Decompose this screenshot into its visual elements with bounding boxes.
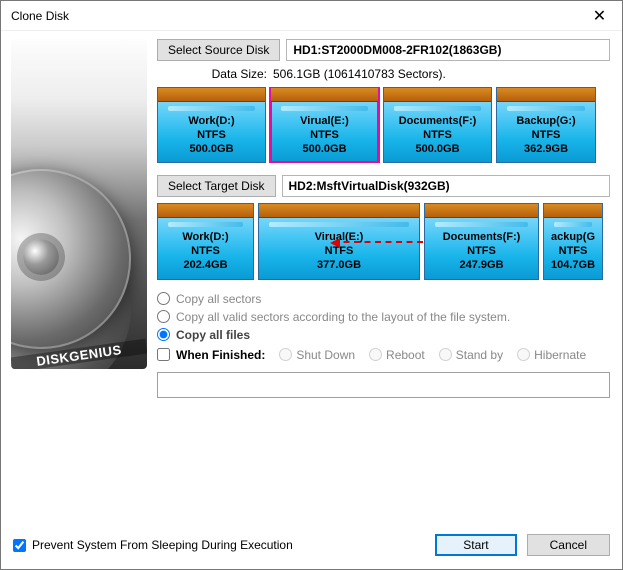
copy-all-files-radio[interactable] xyxy=(157,328,170,341)
window-title: Clone Disk xyxy=(11,9,69,23)
partition-label: Documents(F:) xyxy=(425,231,538,245)
close-button[interactable]: ✕ xyxy=(577,1,622,31)
partition-fs: NTFS xyxy=(197,129,226,141)
partition[interactable]: Work(D:)NTFS 500.0GB xyxy=(157,87,266,163)
partition[interactable]: ackup(GNTFS 104.7GB xyxy=(543,203,603,279)
prevent-sleep-checkbox[interactable] xyxy=(13,539,26,552)
side-hdd-image: DISKGENIUS xyxy=(11,39,147,369)
partition-fs: NTFS xyxy=(191,245,220,257)
prevent-sleep-option[interactable]: Prevent System From Sleeping During Exec… xyxy=(13,538,293,552)
copy-all-sectors-option[interactable]: Copy all sectors xyxy=(157,292,610,306)
partition-size: 500.0GB xyxy=(189,143,233,155)
status-text-field xyxy=(157,372,610,398)
partition-label: Work(D:) xyxy=(158,231,253,245)
copy-all-files-option[interactable]: Copy all files xyxy=(157,328,610,342)
copy-all-sectors-radio[interactable] xyxy=(157,292,170,305)
partition-label: Backup(G:) xyxy=(497,115,595,129)
partition-size: 247.9GB xyxy=(459,259,503,271)
partition-size: 377.0GB xyxy=(317,259,361,271)
source-disk-field: HD1:ST2000DM008-2FR102(1863GB) xyxy=(286,39,610,61)
when-finished-check[interactable]: When Finished: xyxy=(157,348,265,362)
footer: Prevent System From Sleeping During Exec… xyxy=(1,521,622,569)
content: DISKGENIUS Select Source Disk HD1:ST2000… xyxy=(1,31,622,521)
select-source-disk-button[interactable]: Select Source Disk xyxy=(157,39,280,61)
partition-size: 500.0GB xyxy=(415,143,459,155)
partition[interactable]: Backup(G:)NTFS 362.9GB xyxy=(496,87,596,163)
data-size-label: Data Size: xyxy=(157,67,267,81)
when-shutdown-option[interactable]: Shut Down xyxy=(279,348,355,362)
partition[interactable]: Virual(E:)NTFS 500.0GB xyxy=(270,87,379,163)
when-finished-row: When Finished: Shut Down Reboot Stand by… xyxy=(157,348,610,362)
target-disk-field: HD2:MsftVirtualDisk(932GB) xyxy=(282,175,611,197)
partition-label: Virual(E:) xyxy=(271,115,378,129)
partition-size: 500.0GB xyxy=(302,143,346,155)
when-finished-checkbox[interactable] xyxy=(157,348,170,361)
partition-size: 104.7GB xyxy=(551,259,595,271)
partition-label: ackup(G xyxy=(544,231,602,245)
partition-fs: NTFS xyxy=(559,245,588,257)
partition-fs: NTFS xyxy=(532,129,561,141)
select-target-disk-button[interactable]: Select Target Disk xyxy=(157,175,276,197)
partition[interactable]: Virual(E:)NTFS377.0GB xyxy=(258,203,420,279)
partition-size: 202.4GB xyxy=(183,259,227,271)
when-reboot-option[interactable]: Reboot xyxy=(369,348,425,362)
cancel-button[interactable]: Cancel xyxy=(527,534,610,556)
copy-valid-sectors-option[interactable]: Copy all valid sectors according to the … xyxy=(157,310,610,324)
partition-fs: NTFS xyxy=(310,129,339,141)
resize-arrow-icon xyxy=(333,241,423,243)
copy-mode-options: Copy all sectors Copy all valid sectors … xyxy=(157,292,610,342)
close-icon: ✕ xyxy=(593,6,606,26)
partition[interactable]: Documents(F:)NTFS 247.9GB xyxy=(424,203,539,279)
partition-label: Documents(F:) xyxy=(384,115,491,129)
partition-label: Work(D:) xyxy=(158,115,265,129)
main-panel: Select Source Disk HD1:ST2000DM008-2FR10… xyxy=(157,31,622,521)
titlebar: Clone Disk ✕ xyxy=(1,1,622,31)
start-button[interactable]: Start xyxy=(435,534,516,556)
source-partitions-bar: Work(D:)NTFS500.0GBVirual(E:)NTFS500.0GB… xyxy=(157,87,610,163)
data-size-value: 506.1GB (1061410783 Sectors). xyxy=(273,67,610,81)
copy-valid-sectors-radio[interactable] xyxy=(157,310,170,323)
partition-fs: NTFS xyxy=(467,245,496,257)
when-hibernate-option[interactable]: Hibernate xyxy=(517,348,586,362)
partition[interactable]: Work(D:)NTFS 202.4GB xyxy=(157,203,254,279)
partition[interactable]: Documents(F:)NTFS 500.0GB xyxy=(383,87,492,163)
partition-fs: NTFS xyxy=(423,129,452,141)
target-partitions-bar: Work(D:)NTFS202.4GBVirual(E:)NTFS377.0GB… xyxy=(157,203,610,279)
when-standby-option[interactable]: Stand by xyxy=(439,348,503,362)
partition-size: 362.9GB xyxy=(524,143,568,155)
